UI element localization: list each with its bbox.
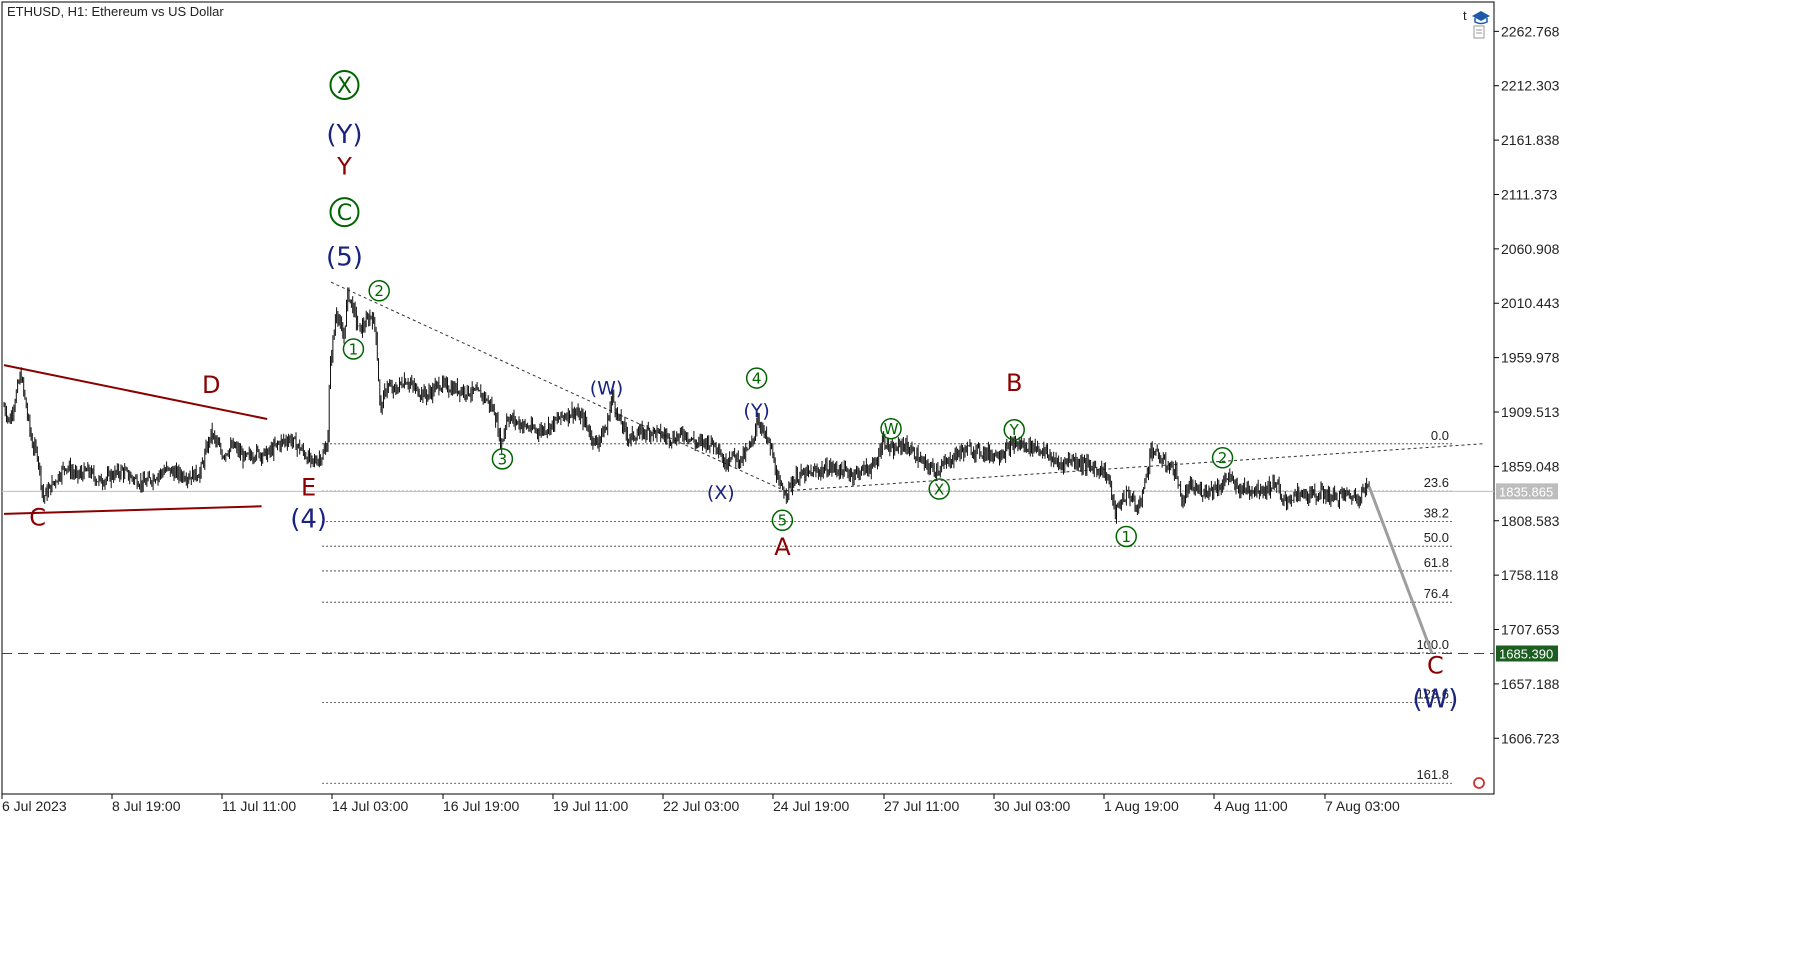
time-tick-label: 6 Jul 2023 (2, 798, 67, 814)
time-tick-label: 27 Jul 11:00 (884, 798, 959, 814)
time-tick-label: 24 Jul 19:00 (773, 798, 849, 814)
fib-level-label: 76.4 (1424, 586, 1449, 601)
fib-level-label: 161.8 (1416, 767, 1449, 782)
wave-label: C (29, 504, 46, 532)
fib-level-label: 50.0 (1424, 530, 1449, 545)
current-price-label: 1835.865 (1499, 484, 1553, 499)
trade-button-label: t (1463, 8, 1467, 23)
wave-label: 5 (778, 512, 788, 530)
time-tick-label: 8 Jul 19:00 (112, 798, 181, 814)
wave-label: D (202, 371, 220, 399)
wave-label: 4 (752, 369, 762, 387)
wave-label: 2 (374, 282, 384, 300)
time-tick-label: 7 Aug 03:00 (1325, 798, 1400, 814)
target-price-label: 1685.390 (1499, 646, 1553, 661)
wave-label: E (301, 474, 316, 502)
price-tick-label: 1758.118 (1501, 567, 1559, 583)
time-tick-label: 4 Aug 11:00 (1214, 798, 1288, 814)
price-tick-label: 1859.048 (1501, 458, 1560, 474)
chart-root[interactable]: 0.0 23.6 38.2 50.0 61.8 76.4 100.0 123.6 161.8 C… (0, 0, 1818, 948)
price-tick-label: 2262.768 (1501, 23, 1560, 39)
time-tick-label: 30 Jul 03:00 (994, 798, 1070, 814)
wave-label: B (1006, 369, 1022, 397)
price-tick-label: 2161.838 (1501, 132, 1560, 148)
fib-level-label: 23.6 (1424, 475, 1449, 490)
wave-label: 3 (498, 450, 508, 468)
wave-label: X (337, 74, 352, 99)
price-tick-label: 1808.583 (1501, 513, 1560, 529)
wave-label: Y (1009, 421, 1020, 439)
fib-level-label: 0.0 (1431, 428, 1449, 443)
price-tick-label: 1657.188 (1501, 676, 1560, 692)
time-tick-label: 11 Jul 11:00 (222, 798, 296, 814)
price-chart[interactable]: 0.023.638.250.061.876.4100.0123.6161.8 C… (0, 0, 1818, 948)
time-tick-label: 1 Aug 19:00 (1104, 798, 1179, 814)
wave-label: Y (336, 152, 352, 180)
price-tick-label: 2060.908 (1501, 241, 1560, 257)
time-tick-label: 22 Jul 03:00 (663, 798, 739, 814)
wave-label: C (337, 201, 352, 226)
price-tick-label: 2111.373 (1501, 186, 1558, 202)
trade-button[interactable]: t (1463, 8, 1467, 23)
price-tick-label: 2212.303 (1501, 78, 1560, 94)
price-tick-label: 1959.978 (1501, 350, 1560, 366)
wave-label: A (774, 533, 791, 561)
depth-of-market-icon[interactable] (1473, 25, 1485, 39)
alert-icon[interactable] (1472, 776, 1486, 790)
fib-level-label: 100.0 (1416, 637, 1449, 652)
time-tick-label: 14 Jul 03:00 (332, 798, 408, 814)
wave-label: (5) (326, 243, 363, 273)
wave-label: X (934, 480, 944, 498)
price-tick-label: 1707.653 (1501, 622, 1560, 638)
wave-label: (4) (290, 505, 327, 535)
price-tick-label: 1606.723 (1501, 730, 1560, 746)
time-tick-label: 19 Jul 11:00 (553, 798, 628, 814)
wave-label: 1 (1121, 528, 1131, 546)
wave-label: (W) (1412, 684, 1458, 714)
price-tick-label: 1909.513 (1501, 404, 1560, 420)
wave-label: C (1427, 651, 1444, 679)
wave-label: (X) (707, 482, 735, 504)
chart-title: ETHUSD, H1: Ethereum vs US Dollar (7, 4, 224, 19)
wave-label: (Y) (743, 400, 769, 422)
time-tick-label: 16 Jul 19:00 (443, 798, 519, 814)
wave-label: 2 (1218, 449, 1228, 467)
fib-level-label: 38.2 (1424, 505, 1449, 520)
wave-label: 1 (349, 340, 359, 358)
wave-label: (Y) (326, 120, 362, 150)
wave-label: (W) (590, 378, 624, 400)
fib-level-label: 61.8 (1424, 555, 1449, 570)
wave-label: W (884, 420, 899, 438)
price-tick-label: 2010.443 (1501, 295, 1560, 311)
